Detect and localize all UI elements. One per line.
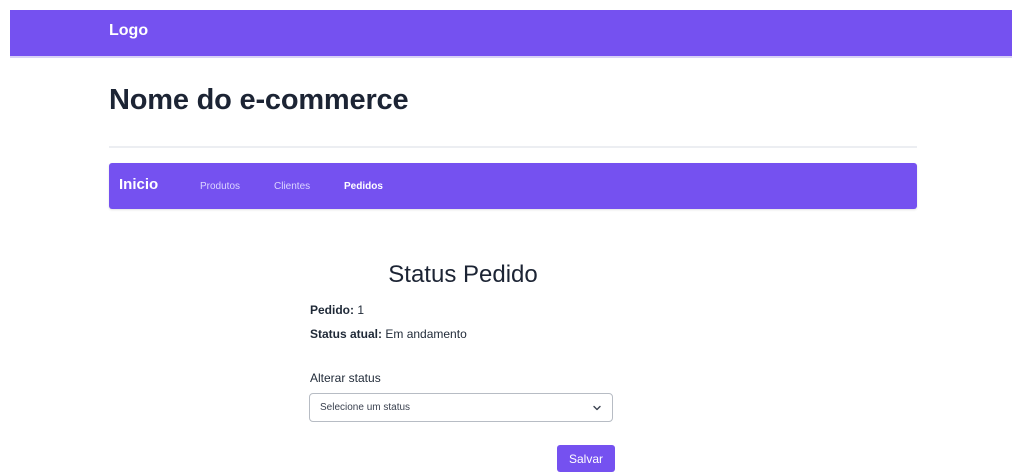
current-status-line: Status atual: Em andamento xyxy=(310,327,467,341)
save-button[interactable]: Salvar xyxy=(557,445,615,472)
logo[interactable]: Logo xyxy=(109,22,148,40)
status-select[interactable]: Selecione um status xyxy=(309,393,613,422)
current-status-value: Em andamento xyxy=(385,327,467,341)
main-navbar: Inicio Produtos Clientes Pedidos xyxy=(109,163,917,209)
nav-home-link[interactable]: Inicio xyxy=(119,176,158,193)
top-header-bar: Logo xyxy=(10,10,1012,58)
title-divider xyxy=(109,146,917,148)
order-number-label: Pedido: xyxy=(310,303,354,317)
site-title: Nome do e-commerce xyxy=(109,84,409,116)
order-number-value: 1 xyxy=(357,303,365,317)
nav-link-produtos[interactable]: Produtos xyxy=(200,181,240,192)
status-select-value: Selecione um status xyxy=(320,402,411,413)
order-number-line: Pedido: 1 xyxy=(310,303,364,317)
nav-link-pedidos[interactable]: Pedidos xyxy=(344,181,383,192)
nav-link-clientes[interactable]: Clientes xyxy=(274,181,310,192)
page-title: Status Pedido xyxy=(388,261,538,288)
current-status-label: Status atual: xyxy=(310,327,383,341)
chevron-down-icon xyxy=(593,405,601,411)
change-status-label: Alterar status xyxy=(310,371,381,385)
